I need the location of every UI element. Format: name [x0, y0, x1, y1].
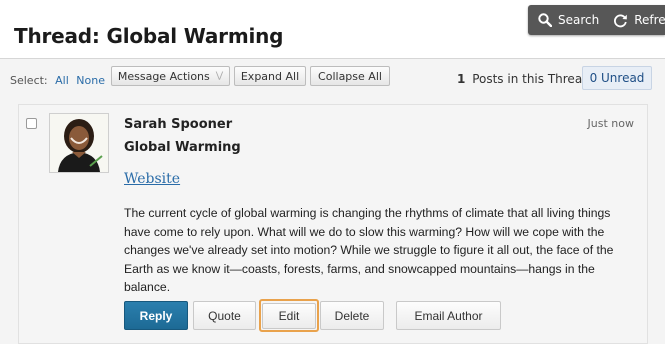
unread-filter-button[interactable]: 0 Unread [582, 66, 652, 90]
author-website-link[interactable]: Website [124, 171, 180, 187]
post-author[interactable]: Sarah Spooner [124, 117, 232, 132]
delete-label: Delete [334, 308, 370, 323]
header-divider [0, 58, 665, 59]
refresh-label: Refres [634, 13, 665, 27]
message-actions-dropdown[interactable]: Message Actions ⋁ [111, 66, 230, 86]
quote-button[interactable]: Quote [193, 301, 256, 330]
refresh-button[interactable]: Refres [599, 13, 665, 28]
select-none-link[interactable]: None [76, 74, 105, 87]
expand-all-label: Expand All [240, 69, 300, 83]
select-label: Select: [10, 74, 48, 87]
post-subject: Global Warming [124, 140, 241, 155]
quote-label: Quote [208, 308, 241, 323]
avatar [49, 113, 109, 173]
posts-count-number: 1 [457, 72, 466, 86]
edit-button[interactable]: Edit [262, 303, 316, 329]
page-title: Thread: Global Warming [14, 24, 284, 48]
reply-label: Reply [139, 308, 173, 323]
collapse-all-button[interactable]: Collapse All [310, 66, 390, 86]
reply-button[interactable]: Reply [124, 301, 188, 330]
avatar-photo [50, 114, 108, 172]
post-body: The current cycle of global warming is c… [124, 206, 614, 295]
search-label: Search [558, 13, 600, 27]
refresh-icon [614, 14, 628, 27]
edit-label: Edit [278, 309, 300, 323]
expand-all-button[interactable]: Expand All [234, 66, 306, 86]
email-author-label: Email Author [414, 308, 483, 323]
message-actions-label: Message Actions [117, 69, 210, 83]
search-icon [538, 13, 552, 27]
post-timestamp: Just now [587, 117, 634, 130]
unread-label: 0 Unread [589, 71, 645, 85]
search-button[interactable]: Search [528, 13, 599, 27]
chevron-down-icon: ⋁ [215, 71, 224, 81]
collapse-all-label: Collapse All [318, 69, 382, 83]
post-select-checkbox[interactable] [26, 118, 37, 129]
delete-button[interactable]: Delete [320, 301, 384, 330]
email-author-button[interactable]: Email Author [396, 301, 501, 330]
posts-count-label: Posts in this Thread [472, 72, 590, 86]
top-toolbar: Search Refres [528, 5, 665, 35]
select-controls: Select: All None [10, 74, 105, 87]
select-all-link[interactable]: All [55, 74, 69, 87]
posts-count: 1 Posts in this Thread [457, 72, 590, 86]
